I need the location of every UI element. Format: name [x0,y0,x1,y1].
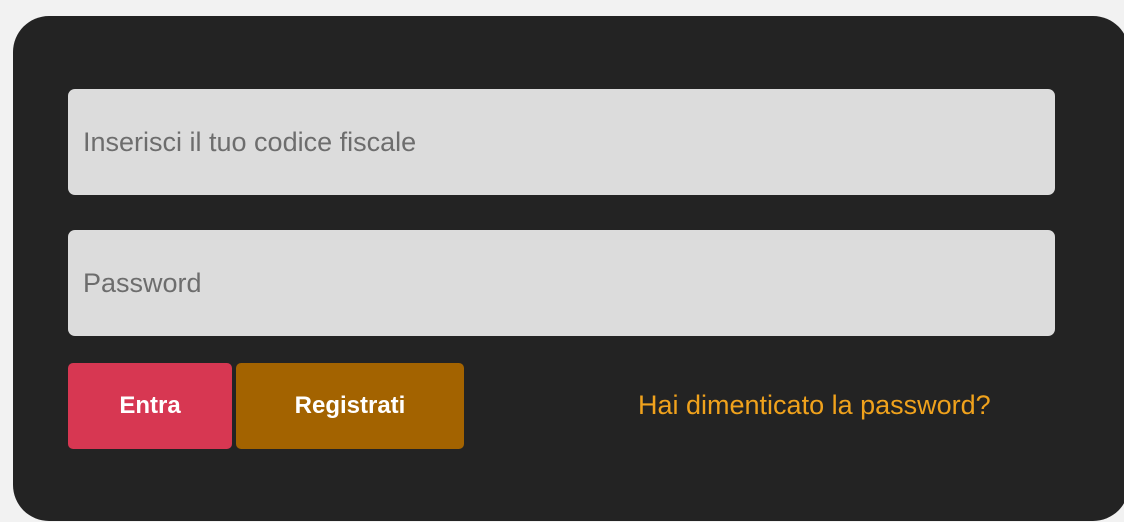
registrati-button[interactable]: Registrati [236,363,464,449]
forgot-password-link[interactable]: Hai dimenticato la password? [638,390,991,421]
page: Entra Registrati Hai dimenticato la pass… [0,0,1124,522]
codice-fiscale-input[interactable] [68,89,1055,195]
entra-button[interactable]: Entra [68,363,232,449]
password-input[interactable] [68,230,1055,336]
login-card: Entra Registrati Hai dimenticato la pass… [13,16,1124,521]
